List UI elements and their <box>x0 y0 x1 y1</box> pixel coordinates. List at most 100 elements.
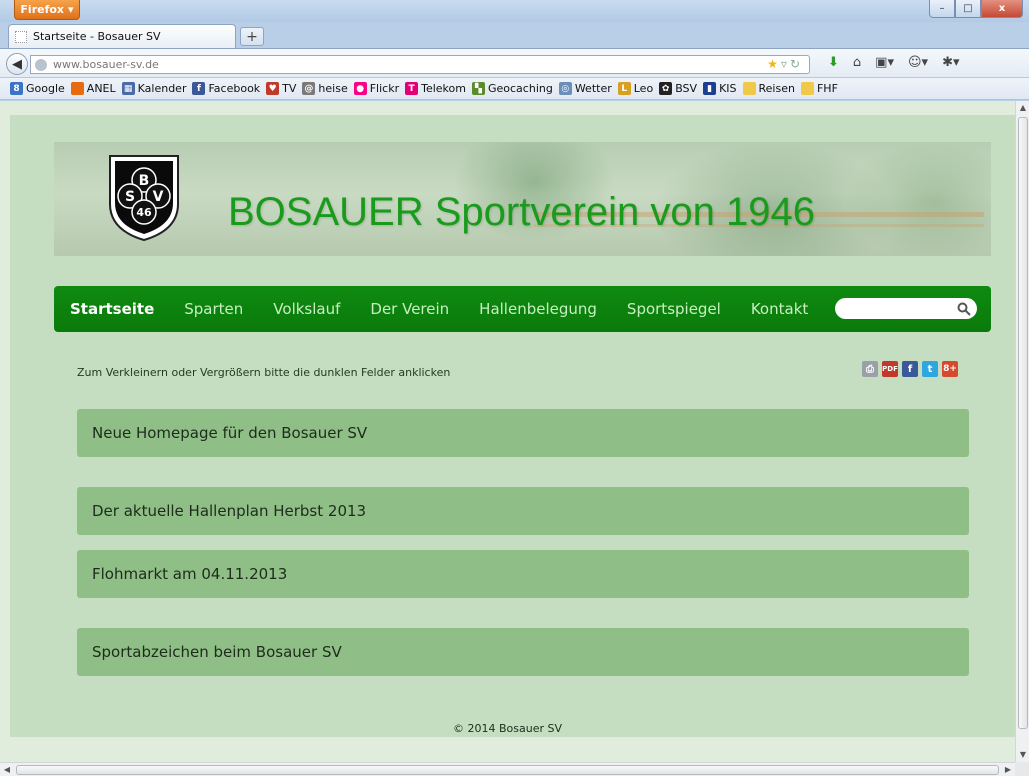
bookmark-label: FHF <box>816 82 838 95</box>
print-icon[interactable]: ⎙ <box>862 361 878 377</box>
nav-item-der-verein[interactable]: Der Verein <box>370 300 449 318</box>
back-arrow-icon: ◀ <box>12 56 22 72</box>
leo-icon: L <box>617 82 631 95</box>
bookmark-label: Google <box>26 82 65 95</box>
scroll-right-icon[interactable]: ▶ <box>1001 763 1015 776</box>
addon-icon[interactable]: ☺▾ <box>908 55 928 70</box>
back-button[interactable]: ◀ <box>6 53 28 75</box>
bookmark-label: ANEL <box>86 82 116 95</box>
twitter-icon[interactable]: t <box>922 361 938 377</box>
bookmark-google[interactable]: 8 Google <box>10 82 65 95</box>
minimize-button[interactable]: – <box>929 0 955 18</box>
googleplus-icon[interactable]: 8+ <box>942 361 958 377</box>
bookmark-label: Geocaching <box>487 82 553 95</box>
search-icon[interactable] <box>957 302 971 316</box>
heise-icon: @ <box>302 82 316 95</box>
bookmark-leo[interactable]: L Leo <box>617 82 654 95</box>
reload-icon[interactable]: ↻ <box>790 57 803 71</box>
bookmark-fhf[interactable]: FHF <box>800 82 838 95</box>
pdf-icon[interactable]: PDF <box>882 361 898 377</box>
panel-title: Neue Homepage für den Bosauer SV <box>92 424 368 442</box>
bookmark-label: Leo <box>633 82 654 95</box>
site-identity-icon[interactable] <box>35 58 47 71</box>
folder-icon <box>742 82 756 95</box>
folder-icon <box>800 82 814 95</box>
panel-title: Flohmarkt am 04.11.2013 <box>92 565 288 583</box>
google-icon: 8 <box>10 82 23 95</box>
bookmark-label: Facebook <box>208 82 261 95</box>
page-favicon-icon <box>15 30 27 43</box>
bookmark-heise[interactable]: @ heise <box>302 82 348 95</box>
nav-item-sparten[interactable]: Sparten <box>184 300 243 318</box>
dropdown-arrow-icon: ▾ <box>68 3 74 16</box>
bookmark-geocaching[interactable]: ▚ Geocaching <box>471 82 553 95</box>
bookmark-telekom[interactable]: T Telekom <box>405 82 466 95</box>
nav-item-kontakt[interactable]: Kontakt <box>751 300 808 318</box>
home-icon[interactable]: ⌂ <box>853 55 861 70</box>
bookmark-label: heise <box>318 82 348 95</box>
scroll-down-icon[interactable]: ▼ <box>1016 748 1029 762</box>
nav-item-volkslauf[interactable]: Volkslauf <box>273 300 340 318</box>
svg-text:46: 46 <box>136 206 152 219</box>
tv-icon: ♥ <box>266 82 280 95</box>
bookmark-label: Telekom <box>421 82 466 95</box>
panel-sportabzeichen[interactable]: Sportabzeichen beim Bosauer SV <box>77 628 969 676</box>
bookmarks-menu-icon[interactable]: ▣▾ <box>875 55 894 70</box>
horizontal-scroll-thumb[interactable] <box>16 765 999 775</box>
vertical-scrollbar[interactable]: ▲ ▼ <box>1015 101 1029 762</box>
url-text: www.bosauer-sv.de <box>53 58 159 71</box>
facebook-icon[interactable]: f <box>902 361 918 377</box>
weather-icon: ◎ <box>558 82 572 95</box>
scrollbar-corner <box>1015 762 1029 776</box>
history-dropdown-icon[interactable]: ▿ <box>781 57 790 71</box>
bookmark-facebook[interactable]: f Facebook <box>192 82 260 95</box>
vertical-scroll-thumb[interactable] <box>1018 117 1028 729</box>
maximize-button[interactable]: □ <box>955 0 981 18</box>
tab-startseite[interactable]: Startseite - Bosauer SV <box>8 24 236 48</box>
kis-icon: ▮ <box>703 82 717 95</box>
bookmark-bsv[interactable]: ✿ BSV <box>659 82 697 95</box>
bookmark-tv[interactable]: ♥ TV <box>266 82 296 95</box>
bsv-icon: ✿ <box>659 82 673 95</box>
bookmark-flickr[interactable]: ● Flickr <box>353 82 400 95</box>
bookmark-reisen[interactable]: Reisen <box>742 82 795 95</box>
extension-icon[interactable]: ✱▾ <box>942 55 959 70</box>
bookmark-label: KIS <box>719 82 737 95</box>
panel-title: Der aktuelle Hallenplan Herbst 2013 <box>92 502 367 520</box>
bookmark-label: Kalender <box>137 82 187 95</box>
panel-hallenplan[interactable]: Der aktuelle Hallenplan Herbst 2013 <box>77 487 969 535</box>
panel-neue-homepage[interactable]: Neue Homepage für den Bosauer SV <box>77 409 969 457</box>
geocaching-icon: ▚ <box>471 82 485 95</box>
scroll-left-icon[interactable]: ◀ <box>0 763 14 776</box>
window-titlebar: Firefox ▾ – □ x <box>0 0 1029 22</box>
panel-flohmarkt[interactable]: Flohmarkt am 04.11.2013 <box>77 550 969 598</box>
bookmark-label: Wetter <box>574 82 612 95</box>
club-logo[interactable]: B S V 46 <box>104 152 184 242</box>
nav-item-startseite[interactable]: Startseite <box>70 300 154 318</box>
bookmark-anel[interactable]: ANEL <box>70 82 116 95</box>
panel-title: Sportabzeichen beim Bosauer SV <box>92 643 342 661</box>
svg-text:S: S <box>125 189 135 205</box>
svg-text:B: B <box>139 173 150 189</box>
bookmark-star-icon[interactable]: ★ <box>767 57 781 71</box>
new-tab-button[interactable]: + <box>240 27 264 46</box>
svg-text:V: V <box>153 189 164 205</box>
scroll-up-icon[interactable]: ▲ <box>1016 101 1029 115</box>
site-header-banner: B S V 46 BOSAUER Sportverein von 1946 <box>54 142 991 256</box>
tab-title: Startseite - Bosauer SV <box>33 30 161 43</box>
bookmarks-toolbar: 8 Google ANEL ▦ Kalender f Facebook ♥ TV @ heise ● F… <box>0 78 1029 100</box>
expand-collapse-hint: Zum Verkleinern oder Vergrößern bitte di… <box>77 366 451 379</box>
downloads-icon[interactable]: ⬇ <box>828 55 839 70</box>
horizontal-scrollbar[interactable]: ◀ ▶ <box>0 762 1015 776</box>
bookmark-kis[interactable]: ▮ KIS <box>703 82 737 95</box>
address-bar[interactable]: www.bosauer-sv.de ★▿↻ <box>30 55 810 74</box>
nav-item-hallenbelegung[interactable]: Hallenbelegung <box>479 300 597 318</box>
close-window-button[interactable]: x <box>981 0 1023 18</box>
flickr-icon: ● <box>353 82 367 95</box>
bookmark-wetter[interactable]: ◎ Wetter <box>558 82 612 95</box>
bookmark-kalender[interactable]: ▦ Kalender <box>121 82 187 95</box>
firefox-menu-button[interactable]: Firefox ▾ <box>14 0 80 20</box>
nav-item-sportspiegel[interactable]: Sportspiegel <box>627 300 721 318</box>
bookmark-label: Flickr <box>369 82 400 95</box>
site-search-input[interactable] <box>835 298 977 319</box>
